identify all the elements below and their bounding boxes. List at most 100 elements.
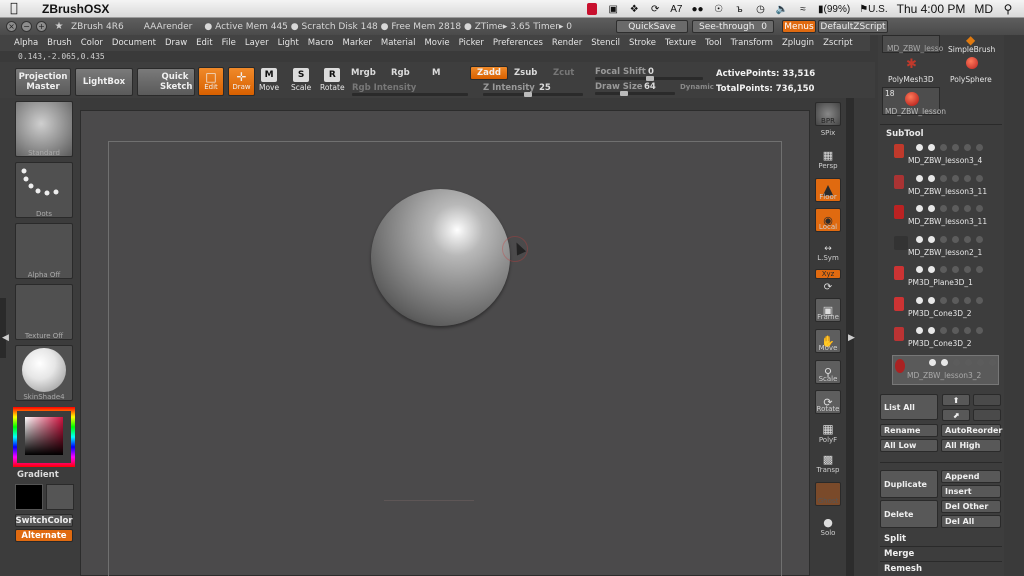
scale-view-button[interactable]: ⚲ Scale	[814, 360, 842, 384]
subtool-toggle-icon[interactable]	[976, 144, 983, 151]
menu-render[interactable]: Render	[552, 38, 582, 48]
focal-shift-knob[interactable]	[646, 76, 654, 81]
subtool-item[interactable]: MD_ZBW_lesson2_1	[880, 233, 1002, 263]
visibility-eye-icon[interactable]	[928, 144, 935, 151]
gradient-label[interactable]: Gradient	[17, 470, 59, 480]
menu-color[interactable]: Color	[81, 38, 103, 48]
subtool-item[interactable]: PM3D_Plane3D_1	[880, 263, 1002, 293]
menu-picker[interactable]: Picker	[459, 38, 484, 48]
menu-zscript[interactable]: Zscript	[823, 38, 853, 48]
all-low-button[interactable]: All Low	[880, 439, 938, 452]
draw-size-knob[interactable]	[620, 91, 628, 96]
window-icon[interactable]: ▣	[607, 2, 619, 16]
polysphere-tile[interactable]: PolySphere	[944, 57, 1002, 87]
default-zscript-button[interactable]: DefaultZScript	[818, 20, 888, 33]
menu-preferences[interactable]: Preferences	[493, 38, 543, 48]
subtool-toggle-icon[interactable]	[964, 144, 971, 151]
subtool-toggle-icon[interactable]	[989, 358, 996, 366]
subtool-item[interactable]: PM3D_Cone3D_2	[880, 324, 1002, 354]
rotate-view-button[interactable]: ⟳ Rotate	[814, 390, 842, 414]
subtool-toggle-icon[interactable]	[916, 174, 923, 182]
dynamic-toggle[interactable]: Dynamic	[680, 83, 714, 91]
subtool-toggle-icon[interactable]	[952, 266, 959, 273]
subtool-toggle-icon[interactable]	[953, 358, 960, 366]
polymesh3d-tile[interactable]: ✱ PolyMesh3D	[884, 57, 942, 87]
subtool-toggle-icon[interactable]	[952, 235, 959, 243]
texture-thumbnail[interactable]: Texture Off	[15, 284, 73, 340]
auto-reorder-button[interactable]: AutoReorder	[941, 424, 1002, 437]
subtool-item[interactable]: PM3D_Cone3D_2	[880, 294, 1002, 324]
left-tray-handle[interactable]	[0, 298, 6, 358]
floor-button[interactable]: ▲ Floor	[814, 178, 842, 202]
tool-tile-lesson-top[interactable]: MD_ZBW_lesso	[882, 35, 943, 53]
menu-draw[interactable]: Draw	[165, 38, 187, 48]
subtool-toggle-icon[interactable]	[964, 235, 971, 243]
scale-button[interactable]: S Scale	[291, 68, 311, 92]
menu-stencil[interactable]: Stencil	[591, 38, 620, 48]
tape-icon[interactable]: ●●	[691, 2, 703, 16]
visibility-eye-icon[interactable]	[928, 174, 935, 182]
brush-thumbnail[interactable]: Standard	[15, 101, 73, 157]
menus-button[interactable]: Menus	[782, 20, 816, 33]
subtool-toggle-icon[interactable]	[916, 266, 923, 273]
subtool-header[interactable]: SubTool	[886, 129, 924, 139]
menu-file[interactable]: File	[222, 38, 236, 48]
spotlight-icon[interactable]: ⚲	[1002, 2, 1014, 16]
move-view-button[interactable]: ✋ Move	[814, 329, 842, 353]
aarender-label[interactable]: AAArender	[144, 22, 193, 32]
up-disabled-button[interactable]	[973, 394, 1001, 406]
apple-icon[interactable]: 	[10, 1, 32, 16]
ghost-button[interactable]: Ghost	[814, 482, 842, 506]
minimize-icon[interactable]: −	[21, 21, 32, 32]
wifi-icon[interactable]: ≈	[797, 2, 809, 16]
see-through-slider[interactable]: See-through 0	[692, 20, 774, 33]
lightbox-button[interactable]: LightBox	[75, 68, 133, 96]
subtool-toggle-icon[interactable]	[976, 327, 983, 334]
merge-section[interactable]: Merge	[884, 549, 914, 559]
projection-master-button[interactable]: Projection Master	[15, 68, 71, 96]
duplicate-button[interactable]: Duplicate	[880, 470, 938, 498]
subtool-toggle-icon[interactable]	[940, 266, 947, 273]
subtool-toggle-icon[interactable]	[952, 174, 959, 182]
all-high-button[interactable]: All High	[941, 439, 1001, 452]
xyz-button[interactable]: Xyz	[814, 269, 842, 279]
menu-stroke[interactable]: Stroke	[629, 38, 656, 48]
close-window-icon[interactable]: ×	[6, 21, 17, 32]
subtool-toggle-icon[interactable]	[940, 296, 947, 304]
simplebrush-tile[interactable]: ◆ SimpleBrush	[944, 33, 1002, 57]
visibility-eye-icon[interactable]	[928, 296, 935, 304]
transp-button[interactable]: ▩ Transp	[814, 453, 842, 474]
menu-light[interactable]: Light	[278, 38, 299, 48]
subtool-toggle-icon[interactable]	[976, 296, 983, 304]
app-name[interactable]: ZBrushOSX	[42, 2, 109, 16]
right-tray-arrow-icon[interactable]: ▶	[848, 333, 855, 343]
subtool-toggle-icon[interactable]	[964, 327, 971, 334]
subtool-toggle-icon[interactable]	[916, 235, 923, 243]
subtool-toggle-icon[interactable]	[916, 205, 923, 212]
menu-macro[interactable]: Macro	[308, 38, 334, 48]
menu-document[interactable]: Document	[112, 38, 156, 48]
volume-icon[interactable]: 🔈	[776, 2, 788, 16]
subtool-toggle-icon[interactable]	[952, 144, 959, 151]
rgb-button[interactable]: Rgb	[391, 68, 410, 78]
subtool-item[interactable]: MD_ZBW_lesson3_11	[880, 202, 1002, 232]
quicksave-button[interactable]: QuickSave	[616, 20, 688, 33]
menu-transform[interactable]: Transform	[731, 38, 773, 48]
z-intensity-knob[interactable]	[524, 92, 532, 97]
frame-button[interactable]: ▣ Frame	[814, 298, 842, 322]
dropbox-icon[interactable]: ❖	[628, 2, 640, 16]
subtool-item[interactable]: MD_ZBW_lesson3_2	[892, 354, 999, 385]
subtool-toggle-icon[interactable]	[916, 296, 923, 304]
menu-brush[interactable]: Brush	[47, 38, 72, 48]
subtool-toggle-icon[interactable]	[940, 205, 947, 212]
menu-layer[interactable]: Layer	[245, 38, 269, 48]
menu-alpha[interactable]: Alpha	[14, 38, 38, 48]
bluetooth-icon[interactable]: ъ	[734, 2, 746, 16]
zcut-button[interactable]: Zcut	[553, 68, 574, 78]
split-section[interactable]: Split	[884, 534, 906, 544]
menu-material[interactable]: Material	[381, 38, 416, 48]
subtool-toggle-icon[interactable]	[940, 174, 947, 182]
rotate-axis-button[interactable]: ⟳	[814, 282, 842, 293]
subtool-toggle-icon[interactable]	[964, 205, 971, 212]
edit-button[interactable]: □ Edit	[198, 67, 224, 96]
